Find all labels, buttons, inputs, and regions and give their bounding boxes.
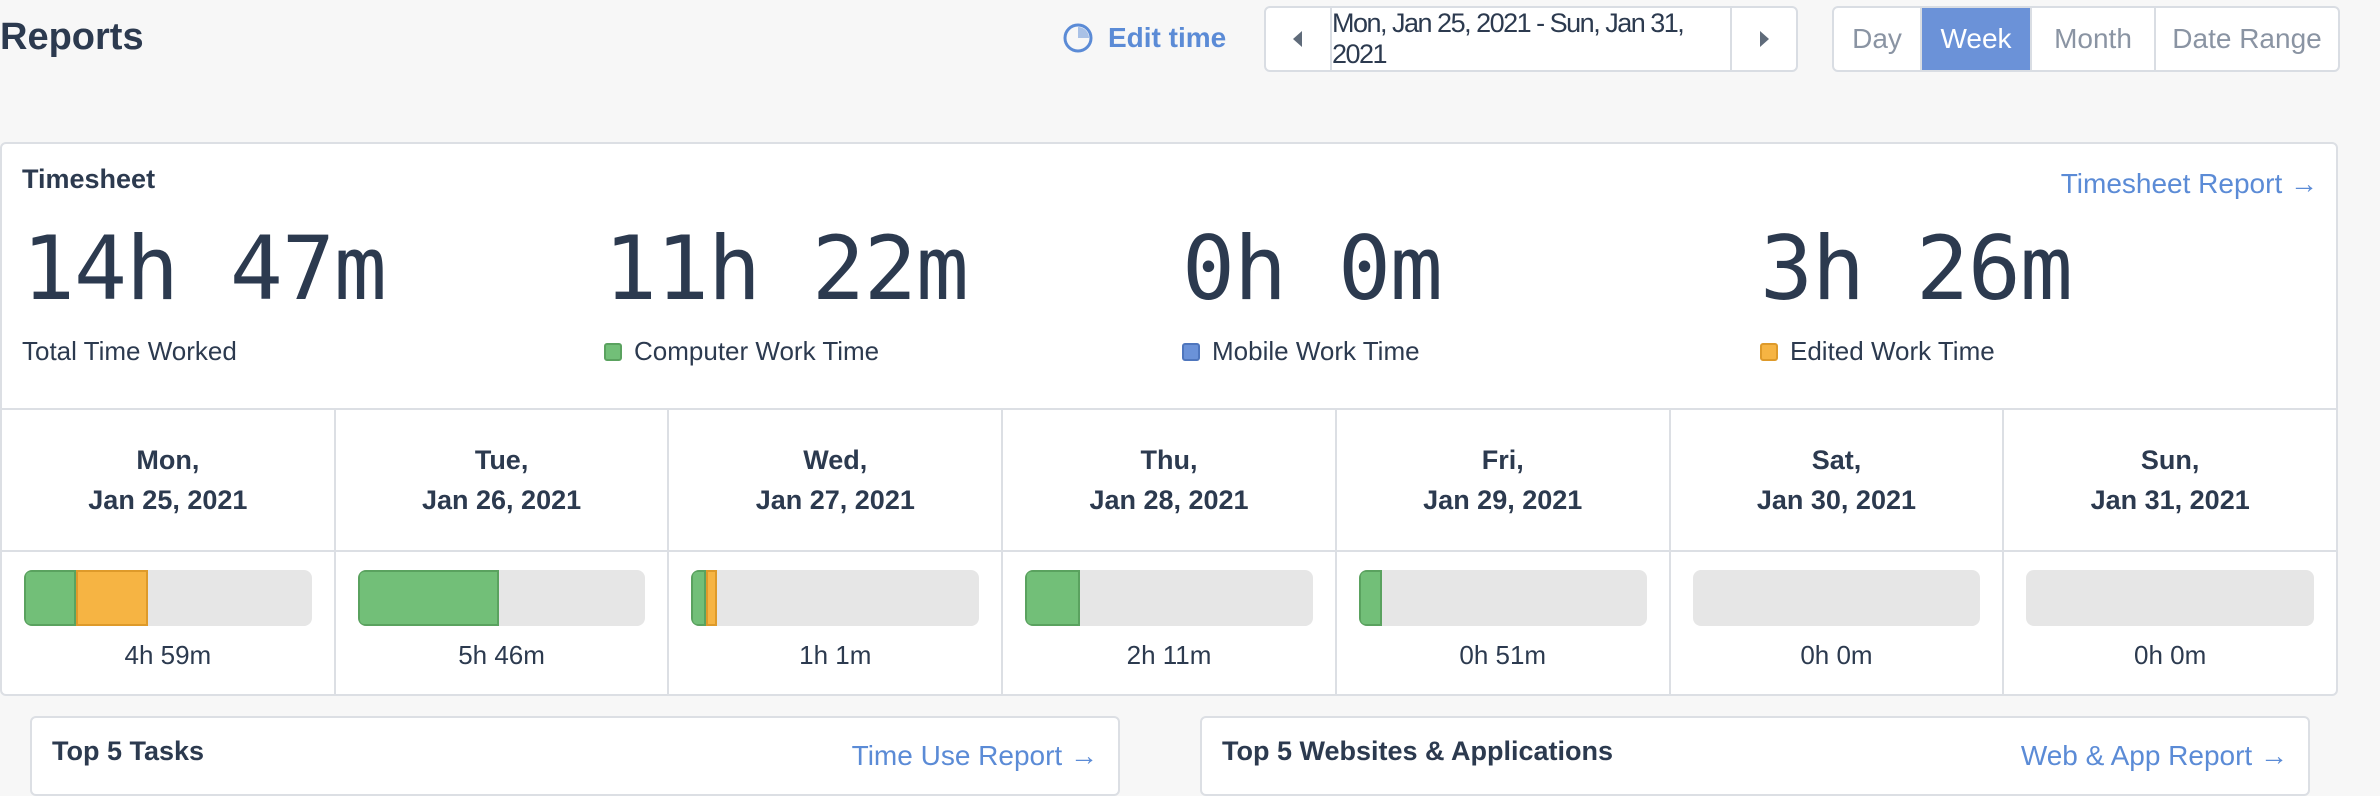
stat-value: 3h 26m [1760, 217, 2073, 320]
day-progress-bar[interactable] [357, 570, 646, 626]
stat-computer-time: 11h 22m Computer Work Time [604, 214, 969, 367]
day-date: Jan 29, 2021 [1423, 485, 1583, 515]
stat-total-time: 14h 47m Total Time Worked [22, 214, 387, 367]
timesheet-report-link[interactable]: Timesheet Report → [2061, 168, 2318, 200]
stat-label: Total Time Worked [22, 336, 237, 366]
timesheet-card: Timesheet Timesheet Report → 14h 47m Tot… [0, 142, 2338, 696]
day-date: Jan 25, 2021 [88, 485, 248, 515]
day-bar-cell: 4h 59m [2, 550, 334, 694]
stat-label: Edited Work Time [1790, 336, 1995, 366]
day-weekday: Sat, [1811, 445, 1862, 475]
edited-time-segment [705, 570, 718, 626]
day-header: Sat, Jan 30, 2021 [1668, 410, 2003, 550]
day-bar-cell: 2h 11m [1001, 550, 1335, 694]
edited-legend-swatch [1760, 342, 1778, 361]
day-weekday: Sun, [2140, 445, 2200, 475]
caret-left-icon [1293, 31, 1302, 47]
web-app-report-link[interactable]: Web & App Report → [2021, 740, 2288, 772]
day-total: 2h 11m [1126, 640, 1212, 670]
day-header: Thu, Jan 28, 2021 [1001, 410, 1335, 550]
day-bar-cell: 0h 0m [2002, 550, 2336, 694]
day-weekday: Tue, [474, 445, 529, 475]
day-header: Fri, Jan 29, 2021 [1334, 410, 1669, 550]
computer-time-segment [24, 570, 76, 626]
day-progress-bar[interactable] [1692, 570, 1981, 626]
period-date-range-button[interactable]: Date Range [2154, 8, 2338, 70]
period-month-button[interactable]: Month [2030, 8, 2154, 70]
day-weekday: Thu, [1140, 445, 1198, 475]
computer-time-segment [1025, 570, 1080, 626]
day-total: 4h 59m [124, 640, 212, 670]
top-tasks-title: Top 5 Tasks [52, 736, 205, 766]
stat-label: Computer Work Time [634, 336, 880, 366]
day-header: Sun, Jan 31, 2021 [2002, 410, 2336, 550]
edit-time-button[interactable]: Edit time [1062, 22, 1226, 54]
stat-label: Mobile Work Time [1212, 336, 1420, 366]
day-bar-cell: 1h 1m [667, 550, 1001, 694]
day-bar-cell: 0h 0m [1668, 550, 2003, 694]
day-progress-bar[interactable] [2026, 570, 2315, 626]
day-header-row: Mon, Jan 25, 2021 Tue, Jan 26, 2021 Wed, Jan … [2, 408, 2336, 552]
computer-time-segment [357, 570, 499, 626]
day-bar-cell: 5h 46m [333, 550, 668, 694]
mobile-legend-swatch [1182, 342, 1200, 361]
period-week-button[interactable]: Week [1920, 8, 2030, 70]
day-date: Jan 30, 2021 [1756, 485, 1917, 515]
time-use-report-link[interactable]: Time Use Report → [852, 740, 1098, 772]
day-total: 0h 0m [1800, 640, 1873, 670]
caret-right-icon [1760, 31, 1769, 47]
date-range-label[interactable]: Mon, Jan 25, 2021 - Sun, Jan 31, 2021 [1332, 8, 1730, 70]
period-day-button[interactable]: Day [1834, 8, 1920, 70]
stat-value: 11h 22m [604, 217, 969, 320]
stat-mobile-time: 0h 0m Mobile Work Time [1182, 214, 1443, 367]
next-range-button[interactable] [1730, 8, 1796, 70]
day-weekday: Wed, [803, 445, 868, 475]
day-date: Jan 26, 2021 [422, 485, 582, 515]
top-websites-title: Top 5 Websites & Applications [1222, 736, 1614, 766]
day-progress-bar[interactable] [24, 570, 312, 626]
day-total: 1h 1m [799, 640, 872, 670]
date-range-navigator: Mon, Jan 25, 2021 - Sun, Jan 31, 2021 [1264, 6, 1798, 72]
day-date: Jan 28, 2021 [1089, 485, 1249, 515]
day-progress-bar[interactable] [691, 570, 980, 626]
stat-value: 0h 0m [1182, 217, 1443, 320]
day-total: 0h 51m [1459, 640, 1547, 670]
stat-value: 14h 47m [22, 217, 387, 320]
day-total: 5h 46m [458, 640, 545, 670]
day-progress-bar[interactable] [1358, 570, 1647, 626]
page-title: Reports [0, 16, 144, 58]
day-date: Jan 27, 2021 [755, 485, 915, 515]
day-total: 0h 0m [2134, 640, 2207, 670]
timesheet-title: Timesheet [22, 164, 156, 194]
day-header: Tue, Jan 26, 2021 [333, 410, 668, 550]
period-toggle: Day Week Month Date Range [1832, 6, 2340, 72]
edited-time-segment [75, 570, 148, 626]
day-bars-row: 4h 59m 5h 46m 1h 1m 2h 11m 0h 51m 0h 0m 0h 0m [2, 550, 2336, 694]
day-header: Wed, Jan 27, 2021 [667, 410, 1001, 550]
day-weekday: Fri, [1481, 445, 1524, 475]
clock-icon [1063, 23, 1093, 53]
top-websites-card: Top 5 Websites & Applications Web & App … [1200, 716, 2310, 796]
day-date: Jan 31, 2021 [2090, 485, 2250, 515]
day-header: Mon, Jan 25, 2021 [2, 410, 334, 550]
computer-time-segment [1358, 570, 1382, 626]
day-weekday: Mon, [136, 445, 200, 475]
edit-time-label: Edit time [1108, 22, 1227, 53]
day-progress-bar[interactable] [1025, 570, 1313, 626]
previous-range-button[interactable] [1266, 8, 1332, 70]
day-bar-cell: 0h 51m [1334, 550, 1669, 694]
top-tasks-card: Top 5 Tasks Time Use Report → [30, 716, 1120, 796]
computer-time-segment [691, 570, 706, 626]
computer-legend-swatch [604, 342, 622, 361]
stat-edited-time: 3h 26m Edited Work Time [1760, 214, 2073, 367]
